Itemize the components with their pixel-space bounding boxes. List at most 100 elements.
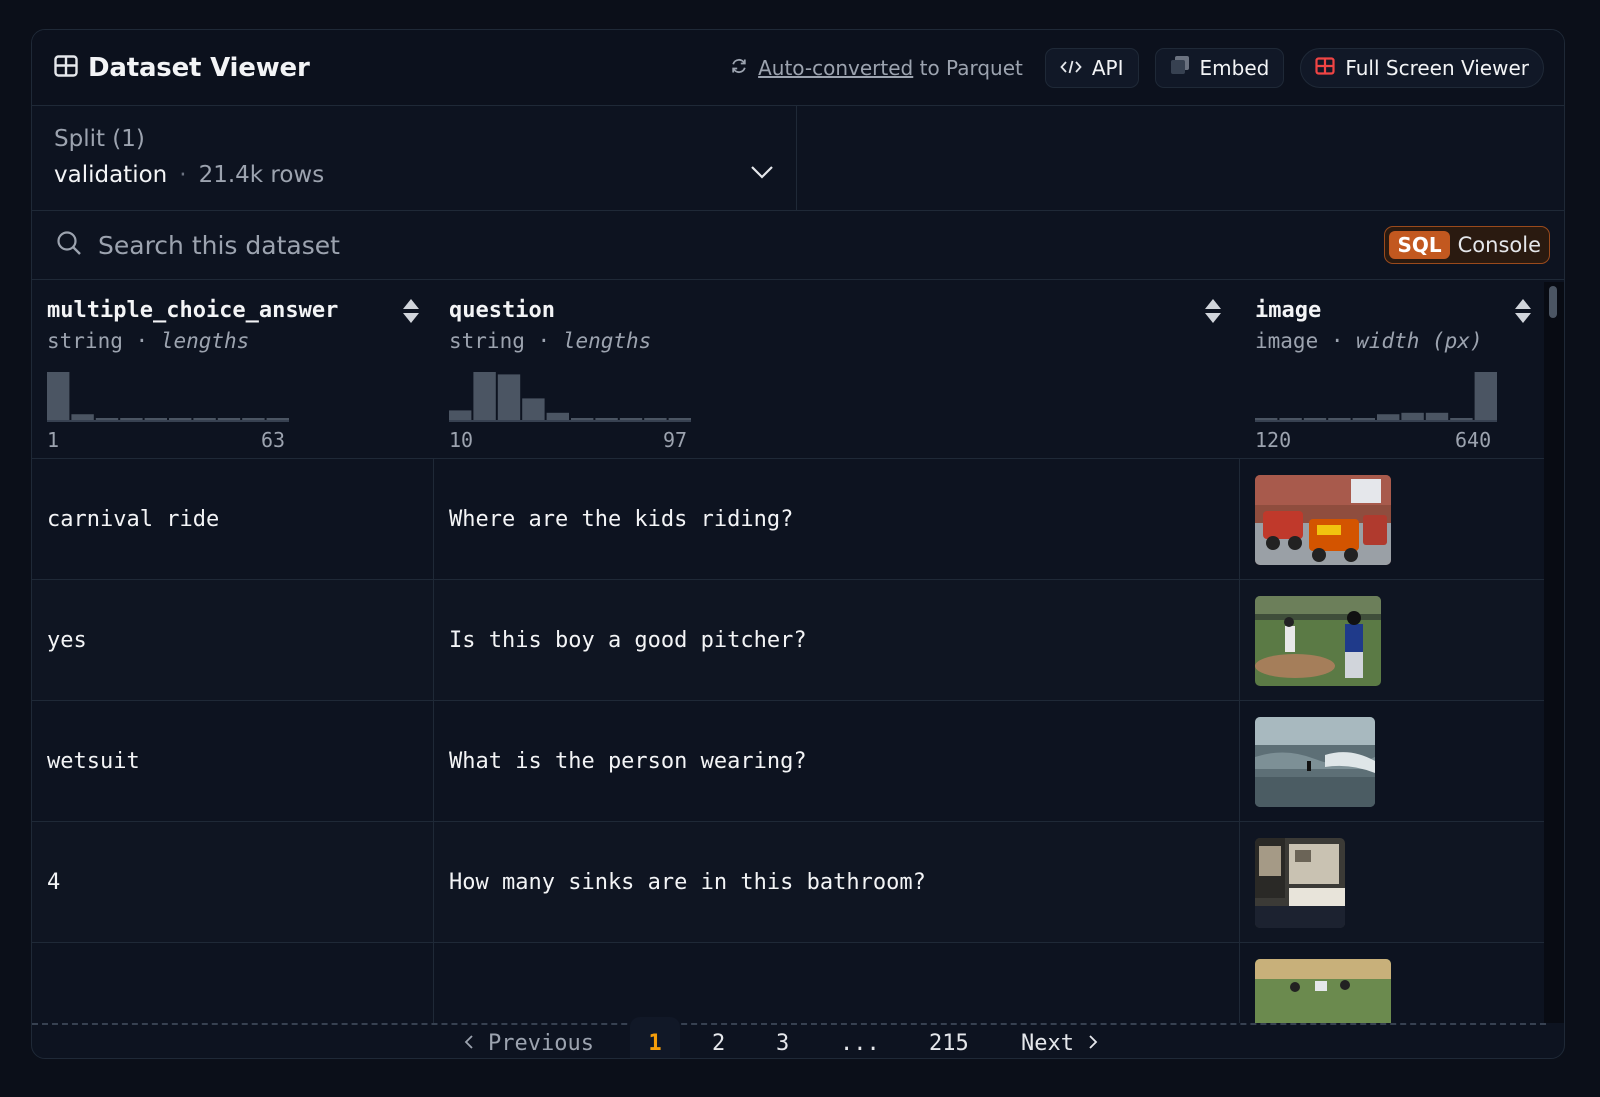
histogram-bar[interactable] bbox=[95, 418, 119, 420]
fire-truck-ride-photo-icon[interactable] bbox=[1255, 474, 1391, 565]
histogram-bar[interactable] bbox=[644, 418, 667, 420]
image-cell[interactable] bbox=[1240, 943, 1546, 1023]
question-cell[interactable]: What is the person wearing? bbox=[434, 701, 1240, 822]
parquet-suffix: to Parquet bbox=[919, 55, 1023, 80]
histogram-bar[interactable] bbox=[571, 418, 594, 420]
histogram-bar[interactable] bbox=[1255, 418, 1278, 420]
histogram-bar[interactable] bbox=[473, 372, 496, 420]
scrollbar-thumb[interactable] bbox=[1549, 286, 1557, 318]
full-screen-viewer-button[interactable]: Full Screen Viewer bbox=[1300, 47, 1544, 88]
answer-cell[interactable]: yes bbox=[32, 580, 434, 701]
embed-icon bbox=[1170, 55, 1190, 80]
embed-button[interactable]: Embed bbox=[1154, 47, 1285, 88]
answer-cell[interactable] bbox=[32, 943, 434, 1023]
histogram-bar[interactable] bbox=[595, 418, 618, 420]
question-cell[interactable]: How many sinks are in this bathroom? bbox=[434, 822, 1240, 943]
table-row[interactable]: carnival ride Where are the kids riding? bbox=[32, 459, 1546, 580]
histogram-min: 10 bbox=[449, 428, 474, 452]
sql-console-button[interactable]: SQL Console bbox=[1384, 226, 1550, 264]
split-name: validation bbox=[54, 162, 168, 188]
image-cell[interactable] bbox=[1240, 580, 1546, 701]
page-button-215[interactable]: 215 bbox=[929, 1017, 969, 1058]
question-cell[interactable]: Is this boy a good pitcher? bbox=[434, 580, 1240, 701]
vertical-scrollbar[interactable] bbox=[1544, 282, 1564, 1023]
histogram-bar[interactable] bbox=[449, 410, 472, 420]
code-icon bbox=[1060, 56, 1082, 80]
parquet-status: Auto-converted to Parquet bbox=[730, 56, 1023, 80]
histogram-bar[interactable] bbox=[497, 374, 521, 420]
histogram-bar[interactable] bbox=[1474, 372, 1497, 420]
split-row-count: 21.4k rows bbox=[198, 162, 325, 188]
table-row[interactable]: wetsuit What is the person wearing? bbox=[32, 701, 1546, 822]
width-histogram bbox=[1255, 372, 1497, 422]
histogram-bar[interactable] bbox=[1425, 412, 1449, 420]
histogram-bar[interactable] bbox=[71, 414, 94, 420]
sort-icon[interactable] bbox=[1204, 298, 1222, 328]
histogram-bar[interactable] bbox=[193, 418, 216, 420]
question-cell[interactable]: Where are the kids riding? bbox=[434, 459, 1240, 580]
next-page-button[interactable]: Next bbox=[1021, 1017, 1098, 1058]
histogram-bar[interactable] bbox=[47, 372, 70, 420]
histogram-bar[interactable] bbox=[242, 418, 265, 420]
image-cell[interactable] bbox=[1240, 701, 1546, 822]
table-row[interactable] bbox=[32, 943, 1546, 1023]
column-header-multiple-choice-answer[interactable]: multiple_choice_answer string · lengths … bbox=[32, 282, 434, 459]
column-header-question[interactable]: question string · lengths 10 97 bbox=[434, 282, 1240, 459]
histogram-bar[interactable] bbox=[1279, 418, 1302, 420]
embed-label: Embed bbox=[1199, 55, 1270, 80]
answer-cell[interactable]: carnival ride bbox=[32, 459, 434, 580]
histogram-bar[interactable] bbox=[169, 418, 192, 420]
viewer-title: Dataset Viewer bbox=[88, 52, 310, 83]
answer-cell[interactable]: 4 bbox=[32, 822, 434, 943]
sort-icon[interactable] bbox=[402, 298, 420, 328]
outdoor-photo-icon[interactable] bbox=[1255, 959, 1391, 1023]
histogram-bar[interactable] bbox=[266, 418, 289, 420]
baseball-photo-icon[interactable] bbox=[1255, 595, 1381, 686]
histogram-bar[interactable] bbox=[1328, 418, 1351, 420]
histogram-bar[interactable] bbox=[1303, 418, 1327, 420]
column-type: string · lengths bbox=[47, 329, 250, 353]
histogram-bar[interactable] bbox=[546, 412, 569, 420]
chevron-left-icon bbox=[464, 1031, 474, 1056]
split-row: Split (1) validation · 21.4k rows bbox=[32, 106, 1564, 211]
question-cell[interactable] bbox=[434, 943, 1240, 1023]
page-button-1[interactable]: 1 bbox=[630, 1017, 680, 1058]
histogram-bar[interactable] bbox=[144, 418, 167, 420]
answer-cell[interactable]: wetsuit bbox=[32, 701, 434, 822]
api-button[interactable]: API bbox=[1044, 47, 1139, 88]
search-input[interactable] bbox=[98, 230, 998, 260]
bathroom-photo-icon[interactable] bbox=[1255, 837, 1345, 928]
auto-converted-link[interactable]: Auto-converted bbox=[758, 56, 913, 80]
table-row[interactable]: 4 How many sinks are in this bathroom? bbox=[32, 822, 1546, 943]
histogram-bar[interactable] bbox=[1401, 412, 1424, 420]
chevron-right-icon bbox=[1088, 1031, 1098, 1056]
dataset-viewer-panel: Dataset Viewer Auto-converted to Parquet… bbox=[31, 29, 1565, 1059]
column-name: multiple_choice_answer bbox=[47, 298, 339, 323]
histogram-bar[interactable] bbox=[217, 418, 241, 420]
histogram-bar[interactable] bbox=[522, 398, 545, 420]
histogram-min: 1 bbox=[47, 428, 60, 452]
header-actions: Auto-converted to Parquet API Embed Full… bbox=[730, 47, 1544, 88]
table-row[interactable]: yes Is this boy a good pitcher? bbox=[32, 580, 1546, 701]
image-cell[interactable] bbox=[1240, 459, 1546, 580]
surfer-photo-icon[interactable] bbox=[1255, 716, 1375, 807]
histogram-baseline bbox=[47, 420, 289, 422]
histogram-max: 640 bbox=[1455, 428, 1492, 452]
chevron-down-icon[interactable] bbox=[750, 164, 774, 183]
histogram-bar[interactable] bbox=[1450, 418, 1473, 420]
page-button-3[interactable]: 3 bbox=[776, 1017, 789, 1058]
histogram-bar[interactable] bbox=[668, 418, 691, 420]
histogram-bar[interactable] bbox=[120, 418, 143, 420]
column-header-image[interactable]: image image · width (px) 120 640 bbox=[1240, 282, 1546, 459]
histogram-bar[interactable] bbox=[1352, 418, 1375, 420]
sql-console-label: Console bbox=[1457, 233, 1541, 257]
previous-page-button[interactable]: Previous bbox=[464, 1017, 594, 1058]
search-row: SQL Console bbox=[32, 211, 1564, 280]
split-selector[interactable]: Split (1) validation · 21.4k rows bbox=[32, 106, 797, 210]
histogram-bar[interactable] bbox=[1377, 414, 1400, 420]
image-cell[interactable] bbox=[1240, 822, 1546, 943]
histogram-bar[interactable] bbox=[619, 418, 643, 420]
sort-icon[interactable] bbox=[1514, 298, 1532, 328]
column-type: string · lengths bbox=[449, 329, 652, 353]
page-button-2[interactable]: 2 bbox=[712, 1017, 725, 1058]
